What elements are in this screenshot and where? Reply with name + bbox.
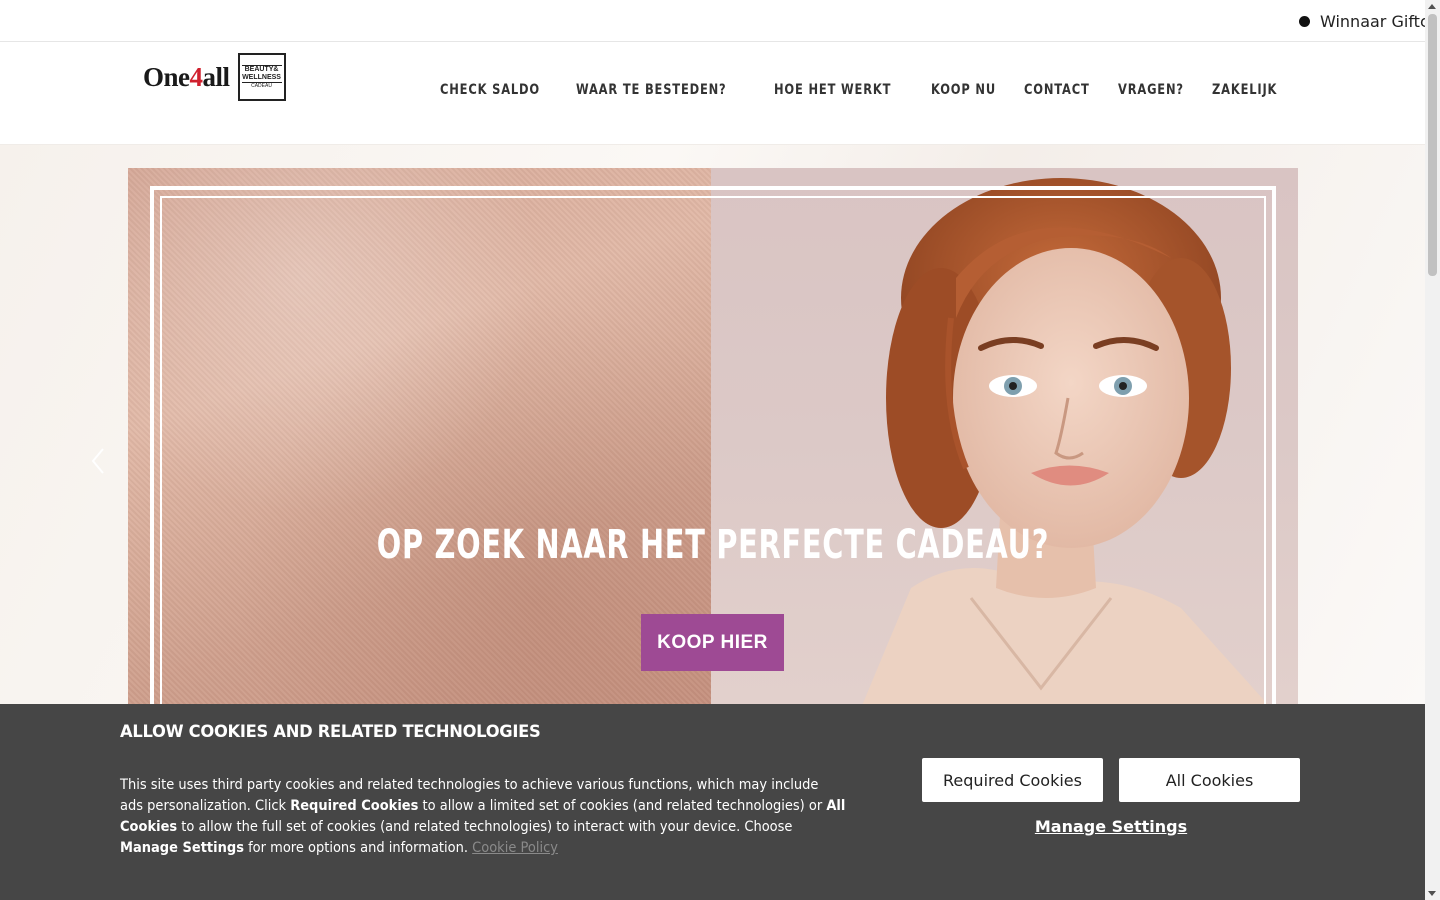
site-logo[interactable]: One4all BEAUTY& WELLNESS CADEAU [143,53,286,101]
logo-badge: BEAUTY& WELLNESS CADEAU [237,53,286,101]
cookie-consent-banner: ALLOW COOKIES AND RELATED TECHNOLOGIES T… [0,704,1425,900]
nav-check-saldo[interactable]: CHECK SALDO [440,82,540,98]
nav-zakelijk[interactable]: ZAKELIJK [1212,82,1277,98]
all-cookies-button[interactable]: All Cookies [1119,758,1300,802]
required-cookies-button[interactable]: Required Cookies [922,758,1103,802]
announcement-ticker: Winnaar Giftcard [0,0,1425,42]
scroll-up-icon[interactable] [1428,4,1436,9]
nav-koop-nu[interactable]: KOOP NU [931,82,996,98]
koop-hier-button[interactable]: KOOP HIER [641,614,784,671]
cookie-banner-title: ALLOW COOKIES AND RELATED TECHNOLOGIES [120,722,541,742]
nav-contact[interactable]: CONTACT [1024,82,1090,98]
hero-slide: OP ZOEK NAAR HET PERFECTE CADEAU? KOOP H… [128,168,1298,708]
site-header: One4all BEAUTY& WELLNESS CADEAU CHECK SA… [0,42,1425,145]
hero-title: OP ZOEK NAAR HET PERFECTE CADEAU? [376,522,1050,568]
scroll-thumb[interactable] [1428,14,1437,276]
main-navigation: CHECK SALDO WAAR TE BESTEDEN? HOE HET WE… [440,82,1278,98]
logo-badge-line1: BEAUTY& [244,65,279,73]
scroll-down-icon[interactable] [1428,891,1436,896]
nav-hoe-het-werkt[interactable]: HOE HET WERKT [774,82,891,98]
chevron-left-icon[interactable] [88,446,108,476]
ticker-text: Winnaar Giftcard [1320,12,1425,31]
manage-settings-link[interactable]: Manage Settings [922,817,1300,836]
nav-vragen[interactable]: VRAGEN? [1118,82,1184,98]
page-scrollbar[interactable] [1425,0,1440,900]
logo-wordmark: One4all [143,61,230,92]
logo-badge-inner: BEAUTY& WELLNESS [241,64,282,83]
logo-badge-line2: WELLNESS [242,73,281,81]
nav-waar-te-besteden[interactable]: WAAR TE BESTEDEN? [576,82,727,98]
cookie-banner-text: This site uses third party cookies and r… [120,777,846,856]
cookie-policy-link[interactable]: Cookie Policy [472,840,558,856]
bullet-icon [1299,16,1310,27]
ticker-item[interactable]: Winnaar Giftcard [1299,12,1425,31]
logo-badge-line3: CADEAU [251,82,272,89]
